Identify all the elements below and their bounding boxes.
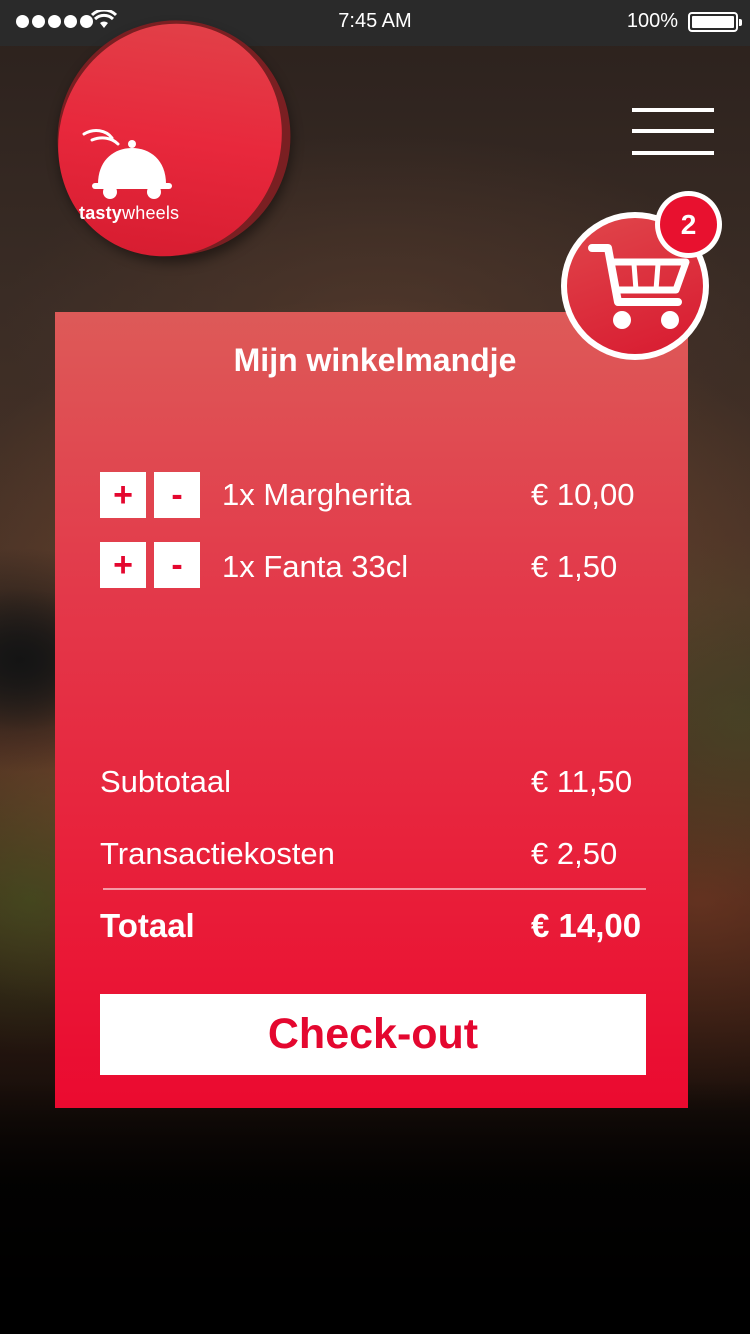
battery-icon [688,12,742,32]
transaction-fee-label: Transactiekosten [100,836,335,871]
item-price: € 1,50 [531,549,618,584]
background-fade [0,1080,750,1334]
battery-percentage: 100% [626,10,678,32]
transaction-fee-value: € 2,50 [531,836,618,871]
hamburger-menu-icon[interactable] [632,108,714,156]
item-price: € 10,00 [531,477,635,512]
decrease-quantity-button[interactable]: - [154,542,200,588]
food-cloche-car-icon [82,129,172,199]
item-name: 1x Fanta 33cl [222,549,409,584]
subtotal-value: € 11,50 [531,764,633,799]
summary-divider [103,888,646,890]
logo-text: tastywheels [79,203,180,223]
decrease-quantity-button[interactable]: - [154,472,200,518]
total-value: € 14,00 [531,907,642,944]
subtotal-label: Subtotaal [100,764,231,799]
cart-count: 2 [660,196,717,253]
total-label: Totaal [100,907,195,944]
item-name: 1x Margherita [222,477,412,512]
checkout-button[interactable]: Check-out [100,994,646,1075]
increase-quantity-button[interactable]: + [100,472,146,518]
increase-quantity-button[interactable]: + [100,542,146,588]
cart-panel [55,312,688,1108]
